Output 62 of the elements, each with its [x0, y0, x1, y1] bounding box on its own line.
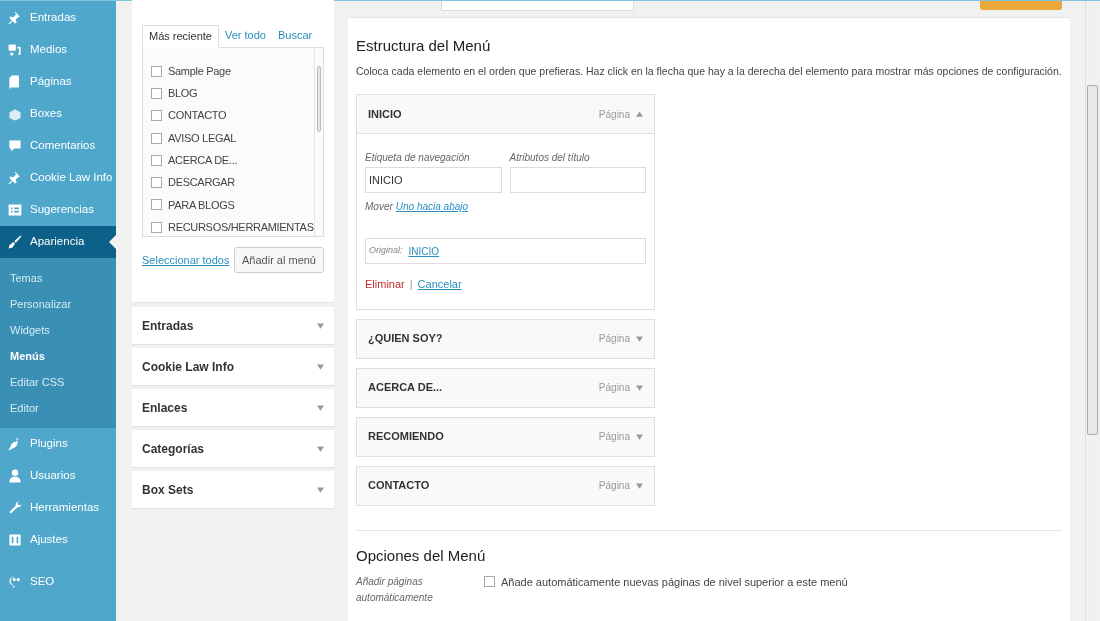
accordion-section[interactable]: Categorías: [132, 430, 334, 467]
menu-item-bar[interactable]: CONTACTO Página: [357, 466, 654, 505]
tab[interactable]: Más reciente: [142, 25, 219, 48]
tab[interactable]: Buscar: [271, 24, 319, 47]
item-type-label: Página: [598, 381, 630, 395]
select-all-link[interactable]: Seleccionar todos: [142, 251, 230, 269]
submenu-item[interactable]: Personalizar: [0, 291, 116, 317]
sidebar-item[interactable]: Ajustes: [0, 524, 116, 556]
separator: |: [409, 277, 413, 292]
menu-item-bar[interactable]: INICIO Página: [357, 95, 654, 133]
sidebar-item[interactable]: Usuarios: [0, 460, 116, 492]
accordion-section[interactable]: Cookie Law Info: [132, 348, 334, 385]
item-type-label: Página: [598, 479, 630, 493]
sidebar-item[interactable]: Entradas: [0, 2, 116, 34]
item-type-label: Página: [598, 332, 630, 346]
item-type-label: Página: [598, 107, 630, 122]
accordion-section[interactable]: Enlaces: [132, 389, 334, 426]
original-link[interactable]: INICIO: [408, 243, 440, 259]
delete-link[interactable]: Eliminar: [365, 276, 405, 293]
sidebar-item[interactable]: Herramientas: [0, 492, 116, 524]
checkbox-label: Sample Page: [168, 63, 231, 79]
field-label: Etiqueta de navegación: [365, 151, 471, 165]
original-label: Original:: [369, 244, 403, 258]
checkbox-label: BLOG: [168, 86, 198, 102]
checkbox-label: RECURSOS/HERRAMIENTAS: [168, 219, 314, 235]
checkbox-label: AVISO LEGAL: [168, 130, 237, 146]
sidebar-item[interactable]: Comentarios: [0, 130, 116, 162]
submenu-item[interactable]: Menús: [0, 343, 116, 369]
sidebar-item[interactable]: Boxes: [0, 98, 116, 130]
section-title: Estructura del Menú: [356, 36, 492, 56]
field-label: Atributos del título: [509, 151, 591, 165]
move-label: Mover: [365, 200, 393, 214]
accordion-section[interactable]: Box Sets: [132, 471, 334, 508]
sidebar-item[interactable]: Medios: [0, 34, 116, 66]
sidebar-item[interactable]: Páginas: [0, 66, 116, 98]
checkbox-label: Añade automáticamente nuevas páginas de nivel superior a este menú: [501, 575, 848, 590]
sidebar-item[interactable]: SEO: [0, 566, 116, 598]
sidebar-item[interactable]: Sugerencias: [0, 194, 116, 226]
submenu-item[interactable]: Widgets: [0, 317, 116, 343]
sidebar-item[interactable]: Apariencia: [0, 226, 116, 258]
submenu-item[interactable]: Temas: [0, 265, 116, 291]
option-label: Añadir páginas automáticamente: [356, 575, 434, 605]
accordion-section[interactable]: Entradas: [132, 307, 334, 344]
checkbox-label: DESCARGAR: [168, 175, 235, 191]
add-to-menu-button[interactable]: Añadir al menú: [234, 247, 324, 273]
description-text: Coloca cada elemento en el orden que prefieras. Haz click en la flecha que hay a la derecha del elemento para mostrar más opciones de configuración.: [356, 64, 1062, 78]
submenu-item[interactable]: Editor: [0, 395, 116, 421]
section-title: Opciones del Menú: [356, 545, 487, 566]
checkbox-label: CONTACTO: [168, 108, 227, 124]
tab[interactable]: Ver todo: [219, 24, 272, 47]
menu-item-bar[interactable]: ¿QUIEN SOY? Página: [357, 319, 654, 358]
checkbox-label: ACERCA DE...: [168, 153, 238, 169]
checkbox-label: PARA BLOGS: [168, 197, 235, 213]
sidebar-item[interactable]: Cookie Law Info: [0, 162, 116, 194]
item-type-label: Página: [598, 430, 630, 444]
sidebar-item[interactable]: Plugins: [0, 428, 116, 460]
move-link[interactable]: Uno hacia abajo: [395, 199, 469, 214]
cancel-link[interactable]: Cancelar: [417, 276, 462, 293]
menu-item-bar[interactable]: RECOMIENDO Página: [357, 417, 654, 456]
menu-item-bar[interactable]: ACERCA DE... Página: [357, 368, 654, 407]
input-field[interactable]: INICIO: [365, 167, 502, 193]
submenu-item[interactable]: Editar CSS: [0, 369, 116, 395]
